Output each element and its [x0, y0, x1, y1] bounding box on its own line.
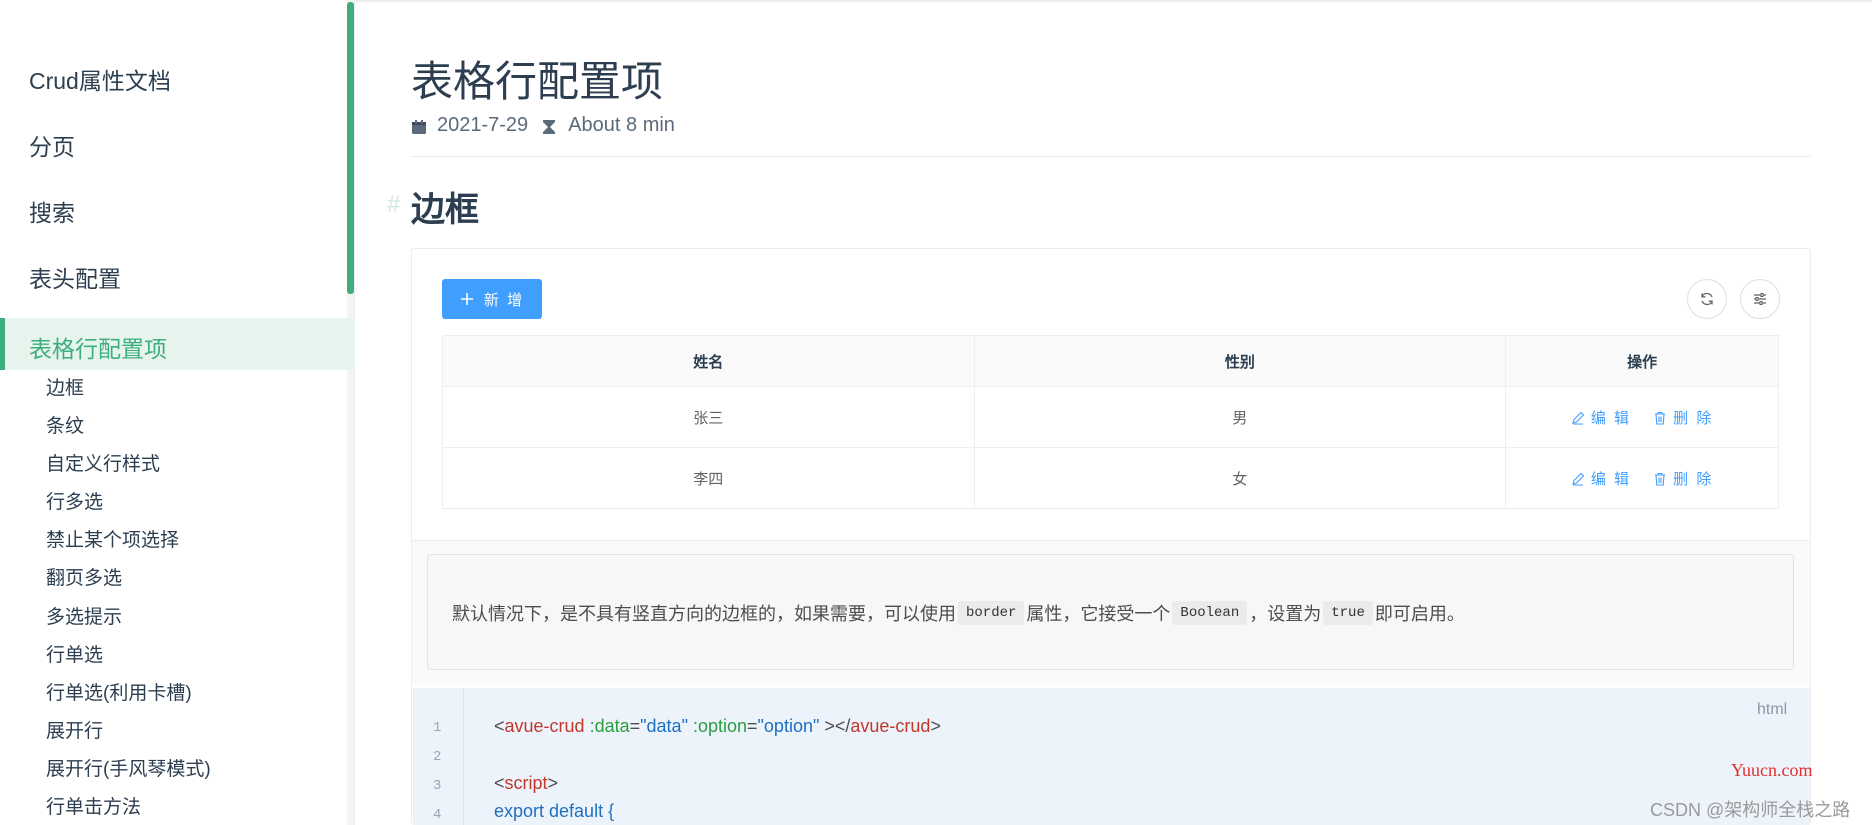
sidebar-item-search[interactable]: 搜索 [29, 194, 75, 228]
code-line: export default { [494, 801, 615, 821]
code-token: = [747, 716, 758, 736]
sidebar-scroll-thumb[interactable] [347, 2, 354, 294]
column-settings-icon [1754, 293, 1766, 305]
line-number: 1 [433, 720, 442, 736]
line-number: 3 [433, 778, 442, 794]
sidebar-item-row-config[interactable]: 表格行配置项 [0, 318, 355, 370]
cell-actions: 编 辑 删 除 [1505, 447, 1779, 509]
navbar-shadow [356, 0, 1872, 3]
inline-code: Boolean [1172, 601, 1248, 625]
watermark-site: Yuucn.com [1731, 760, 1813, 780]
cell-gender: 男 [973, 386, 1507, 448]
description-part: 属性，它接受一个 [1026, 604, 1171, 624]
code-token: "option" [757, 716, 820, 736]
code-line: <avue-crud :data="data" :option="option"… [494, 716, 941, 737]
code-token: :option [692, 716, 748, 736]
edit-icon [1572, 472, 1585, 486]
read-time: About 8 min [568, 114, 675, 136]
sidebar-subitem-custom-row-style[interactable]: 自定义行样式 [46, 449, 160, 476]
delete-label: 删 除 [1673, 409, 1714, 427]
calendar-icon [411, 118, 427, 134]
column-header-actions: 操作 [1505, 335, 1779, 387]
page-meta: 2021-7-29 About 8 min [411, 114, 675, 137]
sidebar: Crud属性文档 分页 搜索 表头配置 表格行配置项 边框 条纹 自定义行样式 … [0, 0, 355, 825]
sidebar-item-pagination[interactable]: 分页 [29, 128, 75, 162]
code-token: < [494, 716, 505, 736]
sidebar-item-crud-docs[interactable]: Crud属性文档 [29, 62, 171, 96]
post-date: 2021-7-29 [437, 114, 529, 136]
add-button[interactable]: 新 增 [442, 279, 542, 319]
code-token: = [629, 716, 641, 736]
edit-label: 编 辑 [1590, 409, 1631, 427]
trash-icon [1655, 411, 1666, 425]
crud-table: 姓名 性别 操作 张三 男 编 辑 删 除 李四 女 编 辑 删 除 [442, 335, 1779, 509]
cell-gender: 女 [973, 447, 1507, 509]
code-token: > [930, 716, 941, 736]
delete-button[interactable]: 删 除 [1653, 471, 1713, 488]
inline-code: true [1323, 601, 1373, 625]
code-block [413, 688, 1810, 825]
line-number: 2 [433, 749, 442, 765]
cell-name: 张三 [442, 386, 975, 448]
table-header-row: 姓名 性别 操作 [442, 335, 1779, 387]
edit-button[interactable]: 编 辑 [1571, 471, 1637, 488]
column-header-name[interactable]: 姓名 [442, 335, 975, 387]
sidebar-subitem-expand-row[interactable]: 展开行 [46, 716, 103, 743]
delete-label: 删 除 [1673, 470, 1714, 488]
description-text: 默认情况下，是不具有竖直方向的边框的，如果需要，可以使用 border 属性，它… [452, 600, 1465, 626]
code-token: script [504, 773, 548, 793]
page-title: 表格行配置项 [411, 58, 664, 105]
code-token: ></ [819, 716, 851, 736]
code-token: avue-crud [504, 716, 585, 736]
watermark-csdn: CSDN @架构师全栈之路 [1650, 800, 1851, 820]
delete-button[interactable]: 删 除 [1653, 410, 1713, 427]
code-token: "data" [640, 716, 688, 736]
code-token: avue-crud [850, 716, 931, 736]
code-token: < [494, 773, 505, 793]
code-token: :data [589, 716, 630, 736]
table-row[interactable]: 李四 女 编 辑 删 除 [442, 447, 1779, 509]
sidebar-subitem-select-tip[interactable]: 多选提示 [46, 602, 122, 629]
trash-icon [1655, 472, 1666, 486]
description-part: 即可启用。 [1374, 604, 1465, 624]
header-anchor[interactable]: # [387, 191, 400, 219]
sidebar-subitem-border[interactable]: 边框 [46, 373, 84, 400]
section-heading: 边框 [411, 191, 479, 229]
column-header-gender[interactable]: 性别 [973, 335, 1507, 387]
inline-code: border [958, 601, 1025, 625]
refresh-icon [1701, 292, 1713, 306]
sidebar-subitem-expand-accordion[interactable]: 展开行(手风琴模式) [46, 754, 211, 781]
title-divider [411, 156, 1811, 157]
code-token: > [547, 773, 559, 793]
sidebar-subitem-disable-select[interactable]: 禁止某个项选择 [46, 525, 179, 552]
sidebar-subitem-single-select[interactable]: 行单选 [46, 640, 103, 667]
column-settings-button[interactable] [1740, 279, 1780, 319]
sidebar-item-header-config[interactable]: 表头配置 [29, 260, 121, 294]
cell-actions: 编 辑 删 除 [1505, 386, 1779, 448]
add-button-label: 新 增 [483, 291, 525, 309]
code-language-label: html [1757, 701, 1788, 718]
sidebar-subitem-row-click[interactable]: 行单击方法 [46, 792, 141, 819]
cell-name: 李四 [442, 447, 975, 509]
edit-button[interactable]: 编 辑 [1571, 410, 1637, 427]
sidebar-subitem-single-select-slot[interactable]: 行单选(利用卡槽) [46, 678, 192, 705]
edit-label: 编 辑 [1590, 470, 1631, 488]
description-part: 默认情况下，是不具有竖直方向的边框的，如果需要，可以使用 [452, 604, 956, 624]
hourglass-icon [542, 118, 558, 134]
sidebar-item-label: 表格行配置项 [29, 336, 167, 362]
line-number: 4 [433, 807, 442, 823]
description-part: ，设置为 [1249, 604, 1322, 624]
edit-icon [1572, 411, 1585, 425]
sidebar-subitem-multi-select[interactable]: 行多选 [46, 487, 103, 514]
plus-icon [460, 293, 473, 305]
sidebar-subitem-stripe[interactable]: 条纹 [46, 411, 84, 438]
refresh-button[interactable] [1687, 279, 1727, 319]
table-row[interactable]: 张三 男 编 辑 删 除 [442, 386, 1779, 448]
sidebar-subitem-page-multi-select[interactable]: 翻页多选 [46, 563, 122, 590]
code-line: <script> [494, 773, 558, 794]
